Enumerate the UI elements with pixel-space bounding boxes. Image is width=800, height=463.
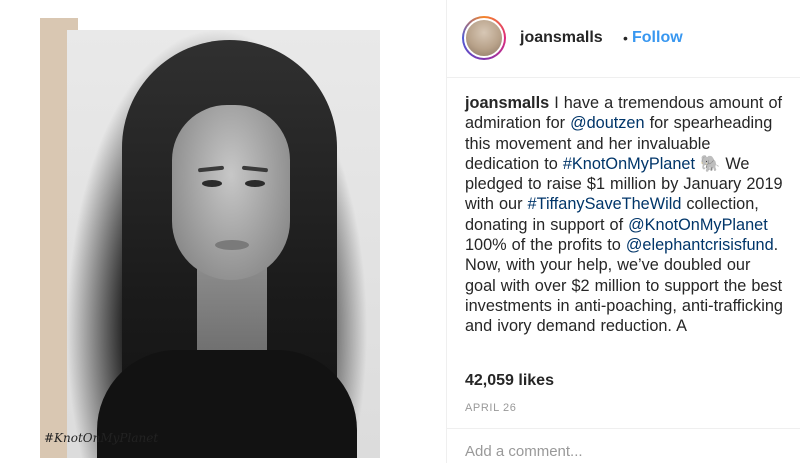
post-date[interactable]: APRIL 26 — [465, 402, 516, 414]
post-side-panel: joansmalls • Follow joansmalls I have a … — [447, 0, 800, 463]
photo-eye-right — [245, 180, 265, 187]
caption-text: 100% of the profits to — [465, 236, 626, 255]
post-media[interactable]: #KnotOnMyPlanet — [0, 0, 447, 463]
mention-link-doutzen[interactable]: @doutzen — [570, 114, 644, 132]
comment-area — [447, 428, 800, 463]
image-hashtag-overlay: #KnotOnMyPlanet — [44, 431, 159, 445]
likes-count[interactable]: 42,059 likes — [465, 372, 554, 390]
hashtag-link-knotonmyplanet[interactable]: #KnotOnMyPlanet — [563, 155, 695, 173]
post-header: joansmalls • Follow — [447, 0, 800, 78]
photo-eye-left — [202, 180, 222, 187]
photo-lips — [215, 240, 249, 250]
header-username-link[interactable]: joansmalls — [520, 29, 603, 47]
elephant-emoji-icon: 🐘 — [695, 154, 726, 173]
avatar[interactable] — [464, 18, 504, 58]
hashtag-link-tiffanysavethewild[interactable]: #TiffanySaveTheWild — [528, 195, 682, 213]
separator-dot: • — [623, 30, 628, 46]
add-comment-input[interactable] — [465, 439, 785, 463]
mention-link-knotonmyplanet[interactable]: @KnotOnMyPlanet — [628, 216, 768, 234]
follow-button[interactable]: Follow — [632, 29, 683, 47]
portrait-photo — [67, 30, 380, 458]
photo-face — [172, 105, 290, 280]
story-ring[interactable] — [462, 16, 506, 60]
caption-username-link[interactable]: joansmalls — [465, 94, 549, 112]
mention-link-elephantcrisisfund[interactable]: @elephantcrisisfund — [626, 236, 774, 254]
post-caption: joansmalls I have a tremendous amount of… — [465, 93, 785, 337]
instagram-post: #KnotOnMyPlanet joansmalls • Follow joan… — [0, 0, 800, 463]
